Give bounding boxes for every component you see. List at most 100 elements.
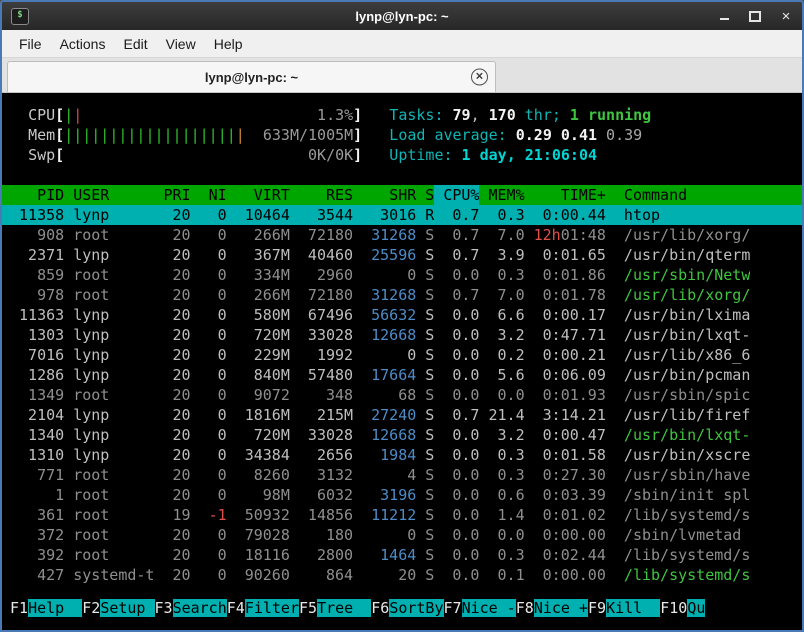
- column-header-time[interactable]: TIME+: [525, 185, 606, 205]
- cell-cmd: /usr/bin/lxqt-: [624, 425, 750, 445]
- process-rows: 11358lynp2001046435443016R0.70.30:00.44h…: [2, 205, 802, 585]
- cell-res: 348: [290, 385, 353, 405]
- fkey-label-f3[interactable]: Search: [173, 599, 227, 617]
- fkey-f8[interactable]: F8: [516, 599, 534, 617]
- menu-file[interactable]: File: [10, 33, 51, 55]
- cell-cpu: 0.7: [434, 285, 479, 305]
- process-row-372[interactable]: 372root200790281800S0.00.00:00.00/sbin/l…: [2, 525, 802, 545]
- fkey-f10[interactable]: F10: [660, 599, 687, 617]
- title-bar[interactable]: $ lynp@lyn-pc: ~ ×: [2, 2, 802, 30]
- close-button[interactable]: ×: [779, 9, 793, 23]
- cell-res: 72180: [290, 285, 353, 305]
- cell-cpu: 0.7: [434, 205, 479, 225]
- process-row-1340[interactable]: 1340lynp200720M3302812668S0.03.20:00.47/…: [2, 425, 802, 445]
- column-header-ni[interactable]: NI: [191, 185, 227, 205]
- column-header-shr[interactable]: SHR: [353, 185, 416, 205]
- process-row-2371[interactable]: 2371lynp200367M4046025596S0.73.90:01.65/…: [2, 245, 802, 265]
- fkey-label-f2[interactable]: Setup: [100, 599, 154, 617]
- cell-ni: 0: [191, 365, 227, 385]
- fkey-label-f6[interactable]: SortBy: [389, 599, 443, 617]
- cell-virt: 840M: [227, 365, 290, 385]
- cell-res: 2656: [290, 445, 353, 465]
- cell-time: 0:00.47: [525, 425, 606, 445]
- process-row-392[interactable]: 392root2001811628001464S0.00.30:02.44/li…: [2, 545, 802, 565]
- menu-edit[interactable]: Edit: [114, 33, 156, 55]
- column-header-virt[interactable]: VIRT: [227, 185, 290, 205]
- fkey-f5[interactable]: F5: [299, 599, 317, 617]
- terminal-tab[interactable]: lynp@lyn-pc: ~ ✕: [7, 61, 496, 92]
- fkey-label-f4[interactable]: Filter: [245, 599, 299, 617]
- fkey-label-f9[interactable]: Kill: [606, 599, 660, 617]
- process-row-361[interactable]: 361root19-1509321485611212S0.01.40:01.02…: [2, 505, 802, 525]
- cell-pid: 361: [10, 505, 64, 525]
- process-row-7016[interactable]: 7016lynp200229M19920S0.00.20:00.21/usr/l…: [2, 345, 802, 365]
- fkey-label-f7[interactable]: Nice -: [462, 599, 516, 617]
- swp-meter-value: 0K/0K: [308, 145, 353, 165]
- cell-virt: 34384: [227, 445, 290, 465]
- cell-virt: 90260: [227, 565, 290, 585]
- fkey-label-f8[interactable]: Nice +: [534, 599, 588, 617]
- fkey-f1[interactable]: F1: [10, 599, 28, 617]
- column-header-res[interactable]: RES: [290, 185, 353, 205]
- process-row-2104[interactable]: 2104lynp2001816M215M27240S0.721.43:14.21…: [2, 405, 802, 425]
- column-header-mem[interactable]: MEM%: [479, 185, 524, 205]
- cell-pri: 20: [154, 405, 190, 425]
- process-row-978[interactable]: 978root200266M7218031268S0.77.00:01.78/u…: [2, 285, 802, 305]
- process-row-859[interactable]: 859root200334M29600S0.00.30:01.86/usr/sb…: [2, 265, 802, 285]
- process-row-771[interactable]: 771root200826031324S0.00.30:27.30/usr/sb…: [2, 465, 802, 485]
- cell-user: lynp: [73, 345, 154, 365]
- cell-cmd: /sbin/init spl: [624, 485, 750, 505]
- cell-res: 215M: [290, 405, 353, 425]
- maximize-button[interactable]: [748, 9, 762, 23]
- column-header-command[interactable]: Command: [624, 185, 687, 205]
- minimize-button[interactable]: [717, 9, 731, 23]
- fkey-f2[interactable]: F2: [82, 599, 100, 617]
- cell-virt: 98M: [227, 485, 290, 505]
- cell-res: 72180: [290, 225, 353, 245]
- menu-help[interactable]: Help: [205, 33, 252, 55]
- terminal-screen[interactable]: CPU[||1.3%] Tasks: 79, 170 thr; 1 runnin…: [2, 93, 802, 630]
- cell-time: 0:00.17: [525, 305, 606, 325]
- process-row-1310[interactable]: 1310lynp2003438426561984S0.00.30:01.58/u…: [2, 445, 802, 465]
- process-row-11358[interactable]: 11358lynp2001046435443016R0.70.30:00.44h…: [2, 205, 802, 225]
- cell-mem: 0.3: [479, 545, 524, 565]
- cell-ni: 0: [191, 265, 227, 285]
- cell-pri: 20: [154, 325, 190, 345]
- process-row-908[interactable]: 908root200266M7218031268S0.77.012h01:48/…: [2, 225, 802, 245]
- mem-meter-line: Mem[||||||||||||||||||||633M/1005M] Load…: [2, 125, 802, 145]
- process-row-427[interactable]: 427systemd-t2009026086420S0.00.10:00.00/…: [2, 565, 802, 585]
- fkey-f9[interactable]: F9: [588, 599, 606, 617]
- cell-cmd: /usr/lib/xorg/: [624, 285, 750, 305]
- process-row-1[interactable]: 1root20098M60323196S0.00.60:03.39/sbin/i…: [2, 485, 802, 505]
- cell-virt: 79028: [227, 525, 290, 545]
- menu-view[interactable]: View: [157, 33, 205, 55]
- process-row-1303[interactable]: 1303lynp200720M3302812668S0.03.20:47.71/…: [2, 325, 802, 345]
- cell-virt: 18116: [227, 545, 290, 565]
- threads-label: thr;: [516, 106, 570, 124]
- cell-time: 12h01:48: [525, 225, 606, 245]
- cell-cmd: /usr/bin/xscre: [624, 445, 750, 465]
- fkey-f4[interactable]: F4: [227, 599, 245, 617]
- column-header-pid[interactable]: PID: [10, 185, 64, 205]
- fkey-f3[interactable]: F3: [155, 599, 173, 617]
- cell-s: S: [416, 545, 434, 565]
- fkey-f7[interactable]: F7: [444, 599, 462, 617]
- column-header-s[interactable]: S: [416, 185, 434, 205]
- column-header-pri[interactable]: PRI: [154, 185, 190, 205]
- cell-pri: 20: [154, 525, 190, 545]
- menu-actions[interactable]: Actions: [51, 33, 115, 55]
- cell-shr: 31268: [353, 285, 416, 305]
- column-header-user[interactable]: USER: [73, 185, 154, 205]
- column-header-cpu[interactable]: CPU%: [434, 185, 479, 205]
- cell-res: 3132: [290, 465, 353, 485]
- process-row-11363[interactable]: 11363lynp200580M6749656632S0.06.60:00.17…: [2, 305, 802, 325]
- fkey-label-f1[interactable]: Help: [28, 599, 82, 617]
- minimize-icon: [720, 18, 729, 20]
- fkey-label-f10[interactable]: Qu: [687, 599, 705, 617]
- fkey-label-f5[interactable]: Tree: [317, 599, 371, 617]
- process-row-1286[interactable]: 1286lynp200840M5748017664S0.05.60:06.09/…: [2, 365, 802, 385]
- fkey-f6[interactable]: F6: [371, 599, 389, 617]
- tab-close-icon[interactable]: ✕: [471, 69, 488, 86]
- cell-cmd: htop: [624, 205, 660, 225]
- process-row-1349[interactable]: 1349root200907234868S0.00.00:01.93/usr/s…: [2, 385, 802, 405]
